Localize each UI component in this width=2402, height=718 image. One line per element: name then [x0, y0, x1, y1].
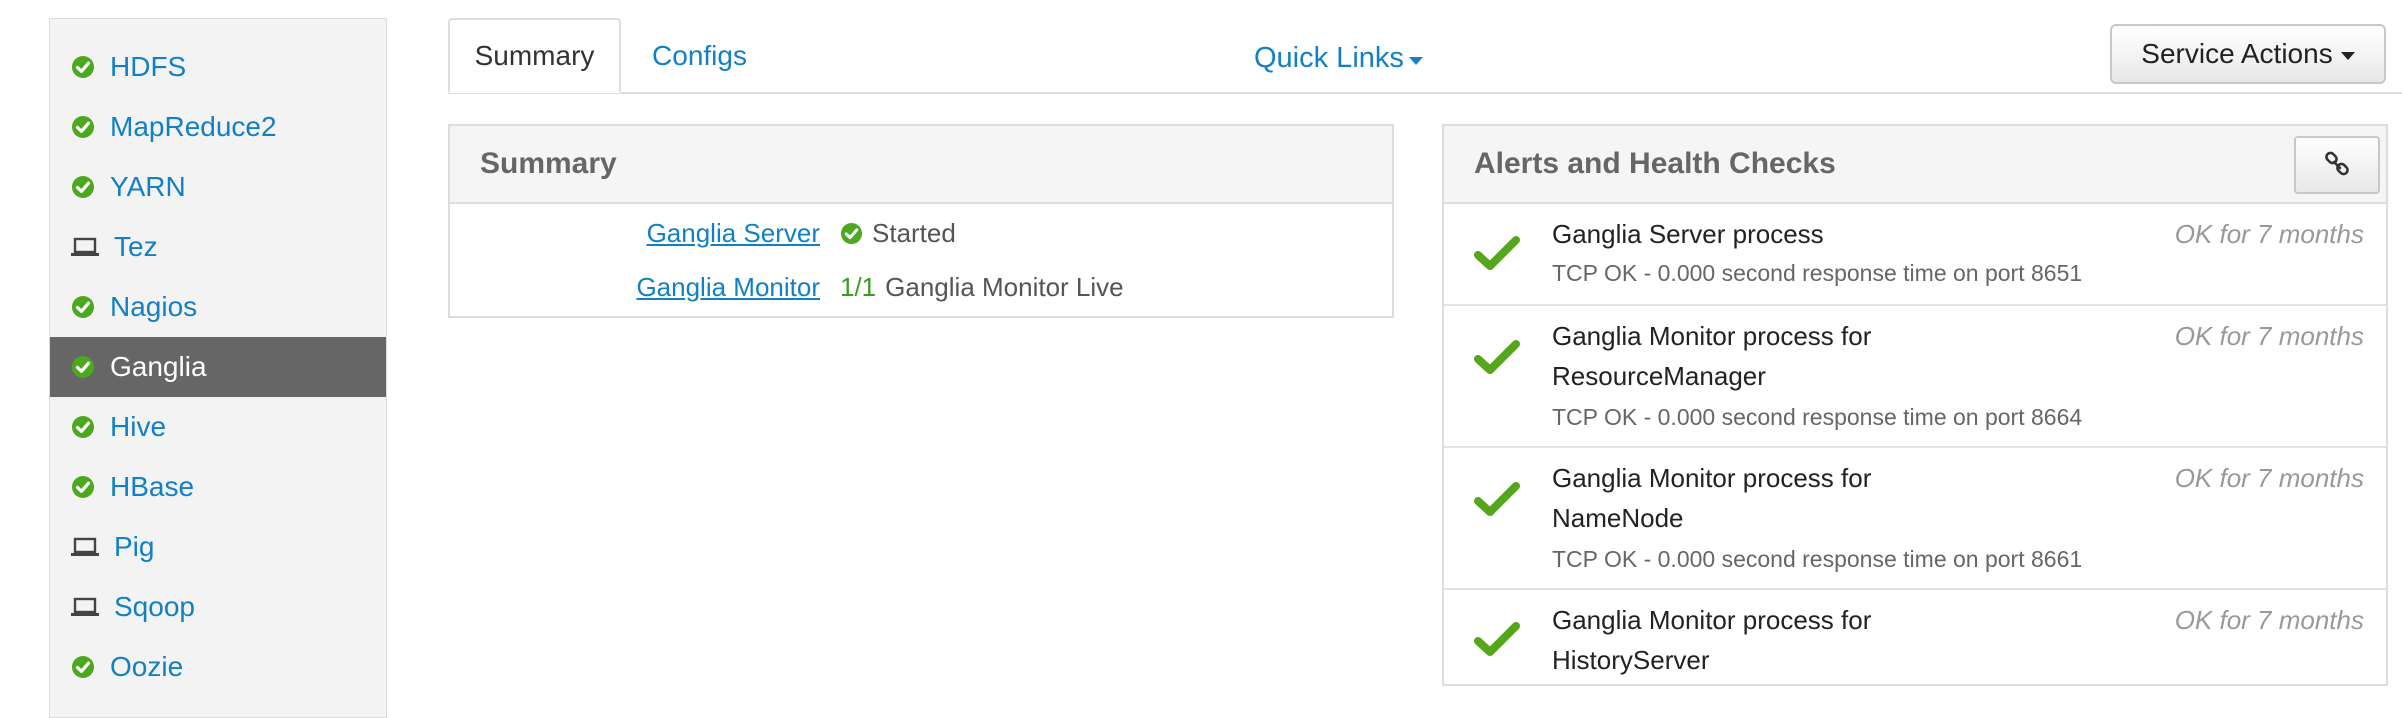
alert-detail: TCP OK - 0.000 second response time on p…: [1552, 546, 2083, 572]
sidebar-item-pig[interactable]: Pig: [50, 517, 386, 577]
check-circle-icon: [70, 474, 96, 500]
alert-status: OK for 7 months: [2174, 463, 2364, 493]
sidebar-item-label: Hive: [110, 411, 167, 442]
check-circle-icon: [70, 294, 96, 320]
alerts-link-button[interactable]: [2294, 136, 2380, 194]
checkmark-icon: [1474, 338, 1520, 378]
tab-configs[interactable]: Configs: [622, 18, 777, 93]
sidebar-item-yarn[interactable]: YARN: [50, 157, 386, 217]
summary-row: Ganglia Monitor 1/1 Ganglia Monitor Live: [450, 270, 1392, 310]
ganglia-monitor-link[interactable]: Ganglia Monitor: [636, 272, 820, 303]
check-circle-icon: [70, 174, 96, 200]
alert-title: Ganglia Monitor process for: [1552, 463, 1872, 493]
check-circle-icon: [70, 654, 96, 680]
alert-title-line2: NameNode: [1552, 503, 1684, 533]
service-sidebar: HDFS MapReduce2 YARN Tez Nagios Ganglia: [49, 18, 387, 718]
live-count: 1/1: [840, 272, 877, 302]
sidebar-item-hbase[interactable]: HBase: [50, 457, 386, 517]
summary-row: Ganglia Server Started: [450, 214, 1392, 254]
ganglia-server-link[interactable]: Ganglia Server: [647, 218, 820, 249]
sidebar-item-label: Oozie: [110, 651, 184, 682]
alert-title-line2: HistoryServer: [1552, 645, 1710, 675]
ganglia-monitor-status: 1/1 Ganglia Monitor Live: [840, 272, 1124, 303]
sidebar-item-label: Tez: [114, 231, 158, 262]
alert-detail: TCP OK - 0.000 second response time on p…: [1552, 260, 2083, 286]
sidebar-item-hdfs[interactable]: HDFS: [50, 37, 386, 97]
quick-links-dropdown[interactable]: Quick Links: [1254, 42, 1423, 75]
alerts-panel-title: Alerts and Health Checks: [1444, 126, 2386, 204]
alert-status: OK for 7 months: [2174, 219, 2364, 249]
checkmark-icon: [1474, 620, 1520, 660]
alert-title-line2: ResourceManager: [1552, 361, 1766, 391]
sidebar-item-tez[interactable]: Tez: [50, 217, 386, 277]
status-text: Started: [872, 218, 956, 248]
caret-down-icon: [2340, 52, 2355, 60]
alert-status: OK for 7 months: [2174, 321, 2364, 351]
tab-summary[interactable]: Summary: [448, 18, 621, 93]
sidebar-item-label: Sqoop: [114, 591, 195, 622]
sidebar-item-ganglia[interactable]: Ganglia: [50, 337, 386, 397]
sidebar-item-label: Nagios: [110, 291, 198, 322]
status-text: Ganglia Monitor Live: [885, 272, 1124, 302]
alert-item: Ganglia Server process OK for 7 months T…: [1444, 204, 2386, 306]
link-icon: [2323, 151, 2351, 179]
ganglia-server-status: Started: [840, 218, 956, 249]
laptop-icon: [70, 234, 100, 260]
sidebar-item-label: HBase: [110, 471, 195, 502]
sidebar-item-mapreduce2[interactable]: MapReduce2: [50, 97, 386, 157]
summary-panel-title: Summary: [450, 126, 1392, 204]
sidebar-item-hive[interactable]: Hive: [50, 397, 386, 457]
laptop-icon: [70, 534, 100, 560]
check-circle-icon: [70, 54, 96, 80]
checkmark-icon: [1474, 480, 1520, 520]
service-actions-label: Service Actions: [2141, 38, 2333, 69]
summary-panel: Summary Ganglia Server Started Ganglia M…: [448, 124, 1394, 318]
alert-item: Ganglia Monitor process for NameNode OK …: [1444, 448, 2386, 590]
sidebar-item-nagios[interactable]: Nagios: [50, 277, 386, 337]
check-circle-icon: [70, 414, 96, 440]
alert-status: OK for 7 months: [2174, 605, 2364, 635]
sidebar-item-sqoop[interactable]: Sqoop: [50, 577, 386, 637]
check-circle-icon: [70, 114, 96, 140]
sidebar-item-label: HDFS: [110, 51, 187, 82]
alert-item: Ganglia Monitor process for ResourceMana…: [1444, 306, 2386, 448]
check-circle-icon: [840, 222, 863, 245]
alert-title: Ganglia Server process: [1552, 219, 1824, 249]
sidebar-item-label: Ganglia: [110, 351, 207, 382]
service-actions-button[interactable]: Service Actions: [2110, 24, 2386, 84]
checkmark-icon: [1474, 234, 1520, 274]
check-circle-icon: [70, 354, 96, 380]
alert-title: Ganglia Monitor process for: [1552, 605, 1872, 635]
sidebar-item-oozie[interactable]: Oozie: [50, 637, 386, 697]
sidebar-item-label: Pig: [114, 531, 155, 562]
sidebar-item-label: MapReduce2: [110, 111, 277, 142]
alert-title: Ganglia Monitor process for: [1552, 321, 1872, 351]
quick-links-label: Quick Links: [1254, 42, 1404, 74]
alert-detail: TCP OK - 0.000 second response time on p…: [1552, 404, 2083, 430]
sidebar-item-label: YARN: [110, 171, 186, 202]
laptop-icon: [70, 594, 100, 620]
caret-down-icon: [1408, 56, 1423, 65]
alerts-panel: Alerts and Health Checks Ganglia Server …: [1442, 124, 2388, 686]
alert-item: Ganglia Monitor process for HistoryServe…: [1444, 590, 2386, 684]
